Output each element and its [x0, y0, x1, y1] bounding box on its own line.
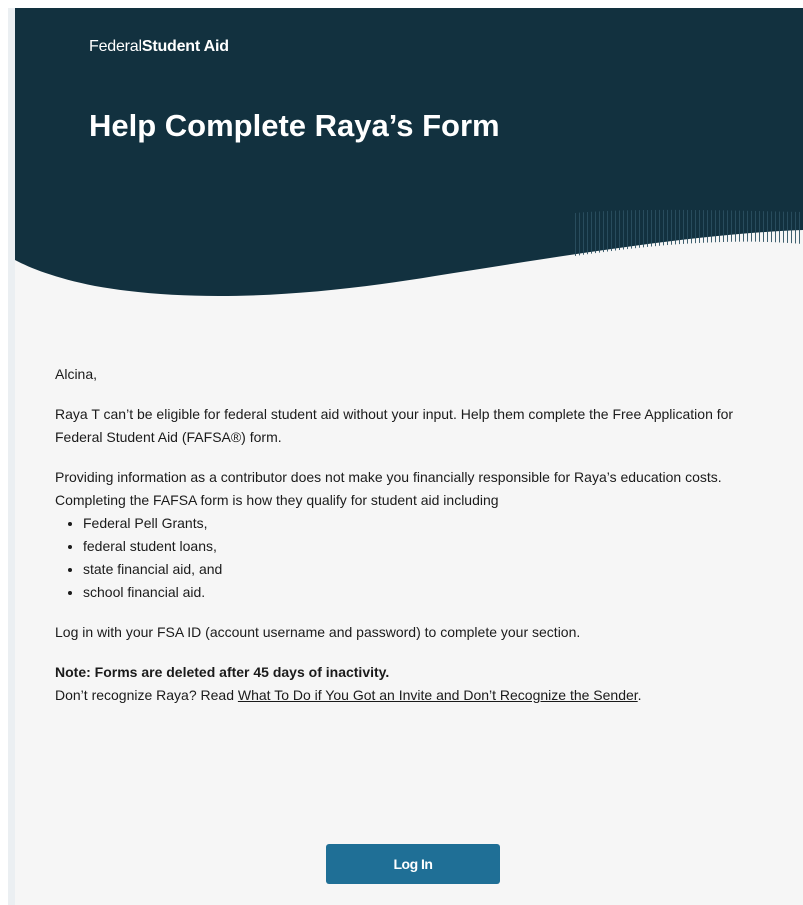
- brand-student-aid-text: Student Aid: [141, 38, 229, 55]
- unrecognized-sender-link[interactable]: What To Do if You Got an Invite and Don’…: [238, 687, 638, 703]
- list-item: Federal Pell Grants,: [83, 512, 775, 535]
- inactivity-note: Note: Forms are deleted after 45 days of…: [55, 664, 390, 680]
- recognize-prefix: Don’t recognize Raya? Read: [55, 687, 238, 703]
- recognize-suffix: .: [637, 687, 642, 703]
- federal-student-aid-logo: FederalStudent Aid: [89, 38, 229, 56]
- log-in-button[interactable]: Log In: [326, 844, 500, 884]
- brand-federal-text: Federal: [89, 38, 142, 55]
- email-body: Alcina, Raya T can’t be eligible for fed…: [55, 363, 775, 707]
- hero-banner: FederalStudent Aid Help Complete Raya’s …: [15, 8, 803, 338]
- greeting: Alcina,: [55, 366, 98, 382]
- aid-list: Federal Pell Grants, federal student loa…: [55, 512, 775, 604]
- login-instructions: Log in with your FSA ID (account usernam…: [55, 624, 581, 640]
- list-item: federal student loans,: [83, 535, 775, 558]
- list-item: school financial aid.: [83, 581, 775, 604]
- intro-paragraph: Raya T can’t be eligible for federal stu…: [55, 406, 734, 445]
- page-title: Help Complete Raya’s Form: [89, 108, 500, 143]
- email-card: FederalStudent Aid Help Complete Raya’s …: [15, 8, 803, 905]
- contributor-paragraph: Providing information as a contributor d…: [55, 469, 722, 508]
- recognize-line: Don’t recognize Raya? Read What To Do if…: [55, 684, 775, 707]
- wave-background: [15, 8, 803, 297]
- list-item: state financial aid, and: [83, 558, 775, 581]
